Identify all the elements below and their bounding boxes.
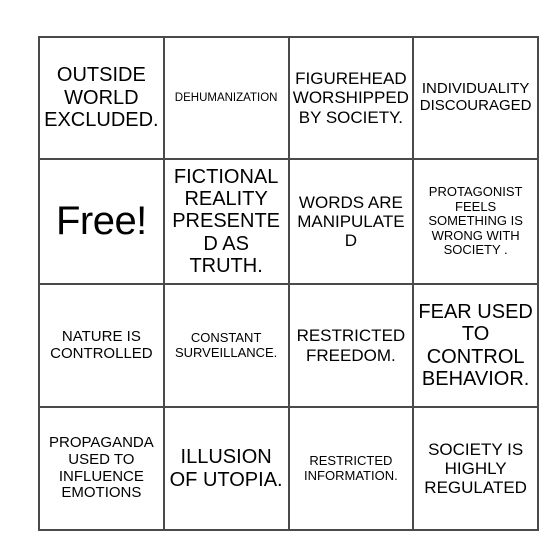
- bingo-cell-r2c2[interactable]: RESTRICTED FREEDOM.: [287, 283, 415, 408]
- bingo-grid: OUTSIDE WORLD EXCLUDED. DEHUMANIZATION F…: [38, 36, 539, 531]
- bingo-card: OUTSIDE WORLD EXCLUDED. DEHUMANIZATION F…: [38, 36, 539, 531]
- bingo-cell-r0c1[interactable]: DEHUMANIZATION: [162, 36, 290, 160]
- bingo-cell-r0c3[interactable]: INDIVIDUALITY DISCOURAGED: [412, 36, 539, 160]
- bingo-cell-text: NATURE IS CONTROLLED: [50, 327, 153, 362]
- bingo-cell-text: PROPAGANDA USED TO INFLUENCE EMOTIONS: [49, 433, 154, 502]
- bingo-cell-r0c0[interactable]: OUTSIDE WORLD EXCLUDED.: [38, 36, 165, 160]
- bingo-cell-text: OUTSIDE WORLD EXCLUDED.: [44, 64, 159, 132]
- bingo-cell-r0c2[interactable]: FIGUREHEAD WORSHIPPED BY SOCIETY.: [287, 36, 415, 160]
- bingo-cell-text: PROTAGONIST FEELS SOMETHING IS WRONG WIT…: [428, 184, 523, 258]
- bingo-cell-text: RESTRICTED FREEDOM.: [296, 326, 406, 365]
- bingo-row: NATURE IS CONTROLLED CONSTANT SURVEILLAN…: [38, 283, 539, 408]
- bingo-cell-r1c1[interactable]: FICTIONAL REALITY PRESENTED AS TRUTH.: [162, 158, 290, 285]
- bingo-cell-text: RESTRICTED INFORMATION.: [304, 452, 398, 483]
- bingo-cell-text: INDIVIDUALITY DISCOURAGED: [419, 80, 532, 114]
- bingo-cell-text: WORDS ARE MANIPULATED: [297, 192, 405, 251]
- free-space-label: Free!: [55, 199, 147, 244]
- bingo-cell-r3c1[interactable]: ILLUSION OF UTOPIA.: [162, 406, 290, 531]
- bingo-cell-r2c0[interactable]: NATURE IS CONTROLLED: [38, 283, 165, 408]
- bingo-cell-free-space[interactable]: Free!: [38, 158, 165, 285]
- bingo-cell-r1c3[interactable]: PROTAGONIST FEELS SOMETHING IS WRONG WIT…: [412, 158, 539, 285]
- bingo-row: OUTSIDE WORLD EXCLUDED. DEHUMANIZATION F…: [38, 36, 539, 160]
- bingo-cell-r2c1[interactable]: CONSTANT SURVEILLANCE.: [162, 283, 290, 408]
- bingo-cell-text: FEAR USED TO CONTROL BEHAVIOR.: [418, 300, 533, 390]
- bingo-row: Free! FICTIONAL REALITY PRESENTED AS TRU…: [38, 158, 539, 285]
- bingo-cell-text: FIGUREHEAD WORSHIPPED BY SOCIETY.: [292, 69, 409, 127]
- bingo-cell-text: SOCIETY IS HIGHLY REGULATED: [424, 439, 527, 498]
- bingo-cell-text: DEHUMANIZATION: [174, 91, 278, 104]
- bingo-cell-r2c3[interactable]: FEAR USED TO CONTROL BEHAVIOR.: [412, 283, 539, 408]
- bingo-cell-text: CONSTANT SURVEILLANCE.: [174, 329, 278, 360]
- bingo-cell-r3c3[interactable]: SOCIETY IS HIGHLY REGULATED: [412, 406, 539, 531]
- bingo-cell-r3c0[interactable]: PROPAGANDA USED TO INFLUENCE EMOTIONS: [38, 406, 165, 531]
- bingo-row: PROPAGANDA USED TO INFLUENCE EMOTIONS IL…: [38, 406, 539, 531]
- bingo-cell-r1c2[interactable]: WORDS ARE MANIPULATED: [287, 158, 415, 285]
- bingo-cell-text: FICTIONAL REALITY PRESENTED AS TRUTH.: [172, 165, 281, 278]
- bingo-cell-text: ILLUSION OF UTOPIA.: [169, 446, 283, 491]
- bingo-cell-r3c2[interactable]: RESTRICTED INFORMATION.: [287, 406, 415, 531]
